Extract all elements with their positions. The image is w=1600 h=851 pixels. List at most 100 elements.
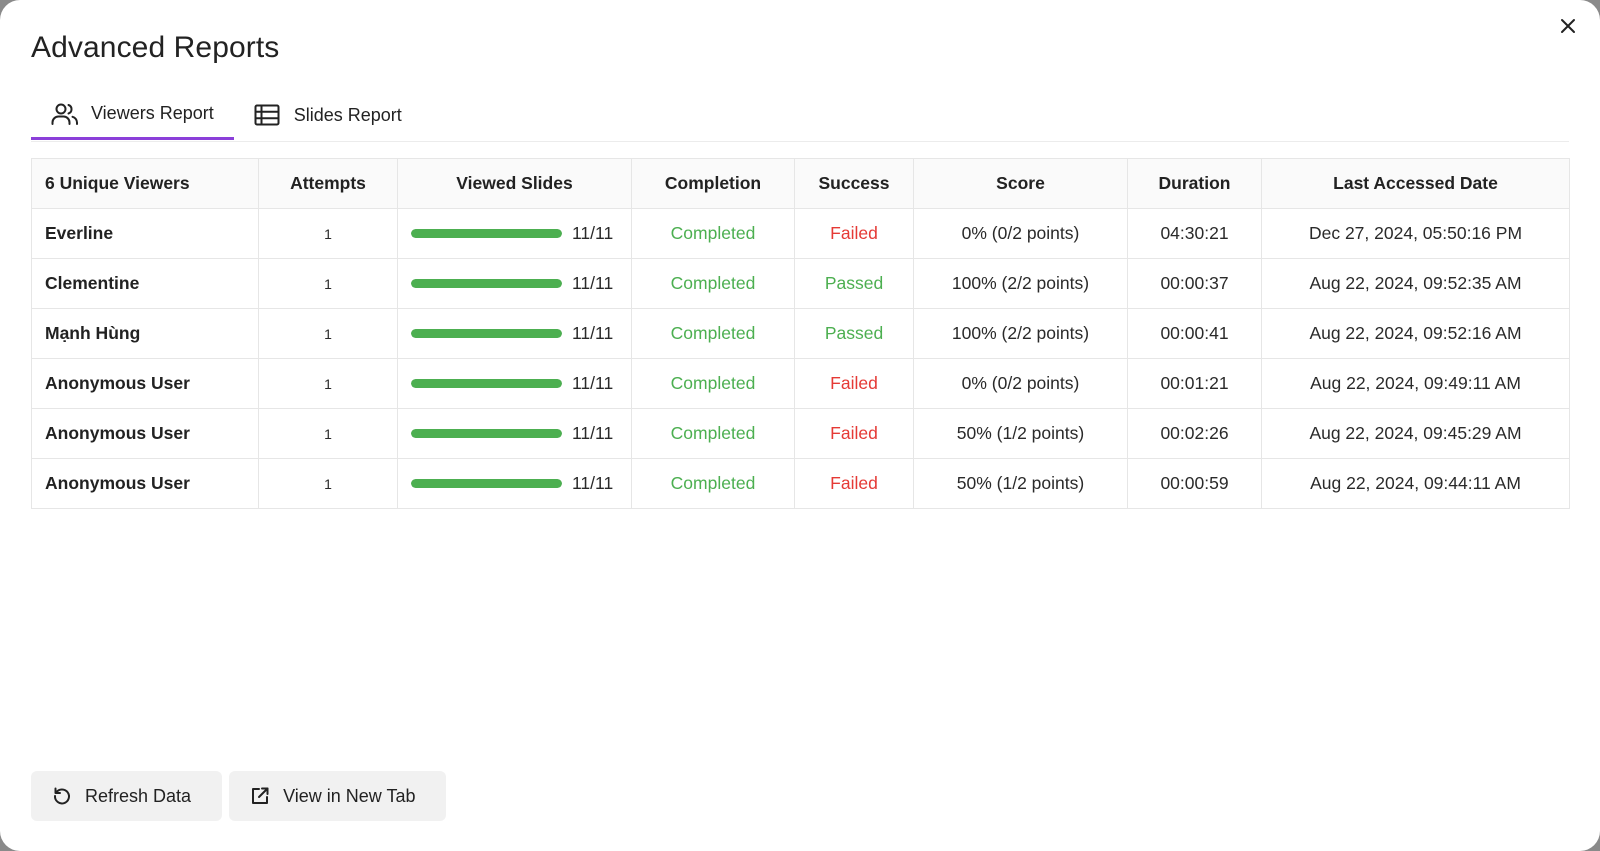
viewed-slides-progress-bar xyxy=(411,479,562,488)
report-tabs: Viewers Report Slides Report xyxy=(31,90,1569,142)
header-score[interactable]: Score xyxy=(913,158,1128,209)
last-accessed-date: Aug 22, 2024, 09:45:29 AM xyxy=(1261,408,1570,459)
header-viewed-slides[interactable]: Viewed Slides xyxy=(397,158,632,209)
viewed-slides-count: 11/11 xyxy=(572,373,614,393)
completion-status: Completed xyxy=(631,208,795,259)
success-status: Passed xyxy=(794,308,914,359)
attempts-count: 1 xyxy=(258,358,398,409)
score-value: 100% (2/2 points) xyxy=(913,308,1128,359)
progress-fill xyxy=(411,329,562,338)
attempts-count: 1 xyxy=(258,308,398,359)
viewed-slides-count: 11/11 xyxy=(572,323,614,343)
viewed-slides-cell: 11/11 xyxy=(397,208,632,259)
viewed-slides-progress-bar xyxy=(411,279,562,288)
viewed-slides-cell: 11/11 xyxy=(397,408,632,459)
tab-slides-report[interactable]: Slides Report xyxy=(234,90,422,140)
tab-slides-report-label: Slides Report xyxy=(293,104,402,125)
viewed-slides-cell: 11/11 xyxy=(397,458,632,509)
table-row[interactable]: Anonymous User 1 11/11 Completed Failed … xyxy=(31,358,1570,409)
progress-fill xyxy=(411,429,562,438)
table-header-row: 6 Unique Viewers Attempts Viewed Slides … xyxy=(31,158,1570,209)
advanced-reports-dialog: Advanced Reports Viewers Report Slides R… xyxy=(0,0,1600,851)
viewer-name: Anonymous User xyxy=(31,358,259,409)
attempts-count: 1 xyxy=(258,258,398,309)
view-in-new-tab-label: View in New Tab xyxy=(283,785,416,806)
viewer-name: Mạnh Hùng xyxy=(31,308,259,359)
view-in-new-tab-button[interactable]: View in New Tab xyxy=(229,771,447,821)
completion-status: Completed xyxy=(631,258,795,309)
score-value: 50% (1/2 points) xyxy=(913,408,1128,459)
viewed-slides-cell: 11/11 xyxy=(397,308,632,359)
attempts-count: 1 xyxy=(258,458,398,509)
duration-value: 00:01:21 xyxy=(1127,358,1262,409)
success-status: Failed xyxy=(794,458,914,509)
header-success[interactable]: Success xyxy=(794,158,914,209)
refresh-data-button[interactable]: Refresh Data xyxy=(31,771,223,821)
table-row[interactable]: Everline 1 11/11 Completed Failed 0% (0/… xyxy=(31,208,1570,259)
viewers-table: 6 Unique Viewers Attempts Viewed Slides … xyxy=(31,158,1570,509)
close-button[interactable] xyxy=(1556,14,1580,38)
last-accessed-date: Dec 27, 2024, 05:50:16 PM xyxy=(1261,208,1570,259)
external-link-icon xyxy=(249,785,271,807)
header-completion[interactable]: Completion xyxy=(631,158,795,209)
duration-value: 00:02:26 xyxy=(1127,408,1262,459)
viewed-slides-count: 11/11 xyxy=(572,273,614,293)
viewed-slides-cell: 11/11 xyxy=(397,258,632,309)
completion-status: Completed xyxy=(631,308,795,359)
header-last-accessed-date[interactable]: Last Accessed Date xyxy=(1261,158,1570,209)
success-status: Failed xyxy=(794,208,914,259)
viewer-name: Clementine xyxy=(31,258,259,309)
table-row[interactable]: Anonymous User 1 11/11 Completed Failed … xyxy=(31,408,1570,459)
refresh-icon xyxy=(51,785,73,807)
success-status: Passed xyxy=(794,258,914,309)
score-value: 0% (0/2 points) xyxy=(913,208,1128,259)
progress-fill xyxy=(411,479,562,488)
score-value: 0% (0/2 points) xyxy=(913,358,1128,409)
progress-fill xyxy=(411,279,562,288)
completion-status: Completed xyxy=(631,408,795,459)
header-attempts[interactable]: Attempts xyxy=(258,158,398,209)
users-icon xyxy=(51,102,79,126)
progress-fill xyxy=(411,229,562,238)
last-accessed-date: Aug 22, 2024, 09:44:11 AM xyxy=(1261,458,1570,509)
table-body: Everline 1 11/11 Completed Failed 0% (0/… xyxy=(31,208,1570,509)
table-list-icon xyxy=(254,103,282,127)
footer-actions: Refresh Data View in New Tab xyxy=(31,771,447,821)
completion-status: Completed xyxy=(631,458,795,509)
viewed-slides-cell: 11/11 xyxy=(397,358,632,409)
score-value: 100% (2/2 points) xyxy=(913,258,1128,309)
close-icon xyxy=(1561,19,1575,33)
refresh-data-label: Refresh Data xyxy=(85,785,192,806)
completion-status: Completed xyxy=(631,358,795,409)
header-unique-viewers[interactable]: 6 Unique Viewers xyxy=(31,158,259,209)
viewed-slides-count: 11/11 xyxy=(572,223,614,243)
viewed-slides-progress-bar xyxy=(411,229,562,238)
tab-viewers-report-label: Viewers Report xyxy=(91,103,214,123)
success-status: Failed xyxy=(794,408,914,459)
table-row[interactable]: Anonymous User 1 11/11 Completed Failed … xyxy=(31,458,1570,509)
table-row[interactable]: Clementine 1 11/11 Completed Passed 100%… xyxy=(31,258,1570,309)
viewer-name: Everline xyxy=(31,208,259,259)
viewed-slides-progress-bar xyxy=(411,429,562,438)
viewers-table-container: 6 Unique Viewers Attempts Viewed Slides … xyxy=(31,158,1570,509)
viewed-slides-progress-bar xyxy=(411,329,562,338)
duration-value: 04:30:21 xyxy=(1127,208,1262,259)
duration-value: 00:00:59 xyxy=(1127,458,1262,509)
progress-fill xyxy=(411,379,562,388)
score-value: 50% (1/2 points) xyxy=(913,458,1128,509)
table-row[interactable]: Mạnh Hùng 1 11/11 Completed Passed 100% … xyxy=(31,308,1570,359)
viewed-slides-count: 11/11 xyxy=(572,423,614,443)
duration-value: 00:00:41 xyxy=(1127,308,1262,359)
success-status: Failed xyxy=(794,358,914,409)
last-accessed-date: Aug 22, 2024, 09:52:16 AM xyxy=(1261,308,1570,359)
last-accessed-date: Aug 22, 2024, 09:52:35 AM xyxy=(1261,258,1570,309)
duration-value: 00:00:37 xyxy=(1127,258,1262,309)
viewed-slides-progress-bar xyxy=(411,379,562,388)
tab-viewers-report[interactable]: Viewers Report xyxy=(31,90,234,140)
dialog-title: Advanced Reports xyxy=(31,31,280,64)
last-accessed-date: Aug 22, 2024, 09:49:11 AM xyxy=(1261,358,1570,409)
viewed-slides-count: 11/11 xyxy=(572,473,614,493)
attempts-count: 1 xyxy=(258,408,398,459)
header-duration[interactable]: Duration xyxy=(1127,158,1262,209)
viewer-name: Anonymous User xyxy=(31,408,259,459)
